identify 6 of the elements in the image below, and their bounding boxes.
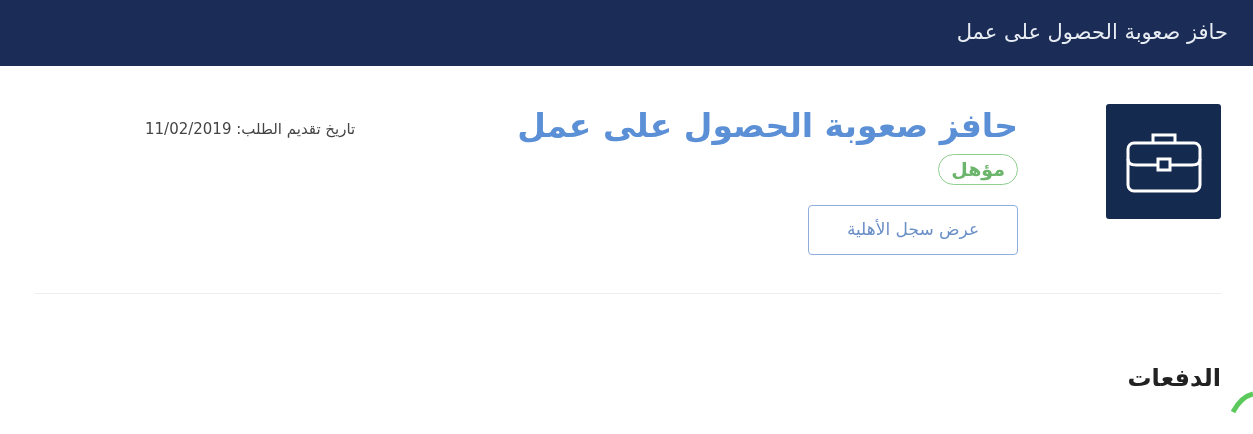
header-title: حافز صعوبة الحصول على عمل: [956, 19, 1228, 47]
program-title: حافز صعوبة الحصول على عمل: [517, 108, 1018, 145]
payments-heading: الدفعات: [1127, 363, 1221, 393]
eligibility-history-button[interactable]: عرض سجل الأهلية: [808, 204, 1018, 255]
date-label: تاريخ تقديم الطلب:: [236, 120, 356, 138]
date-value: 11/02/2019: [145, 120, 232, 138]
